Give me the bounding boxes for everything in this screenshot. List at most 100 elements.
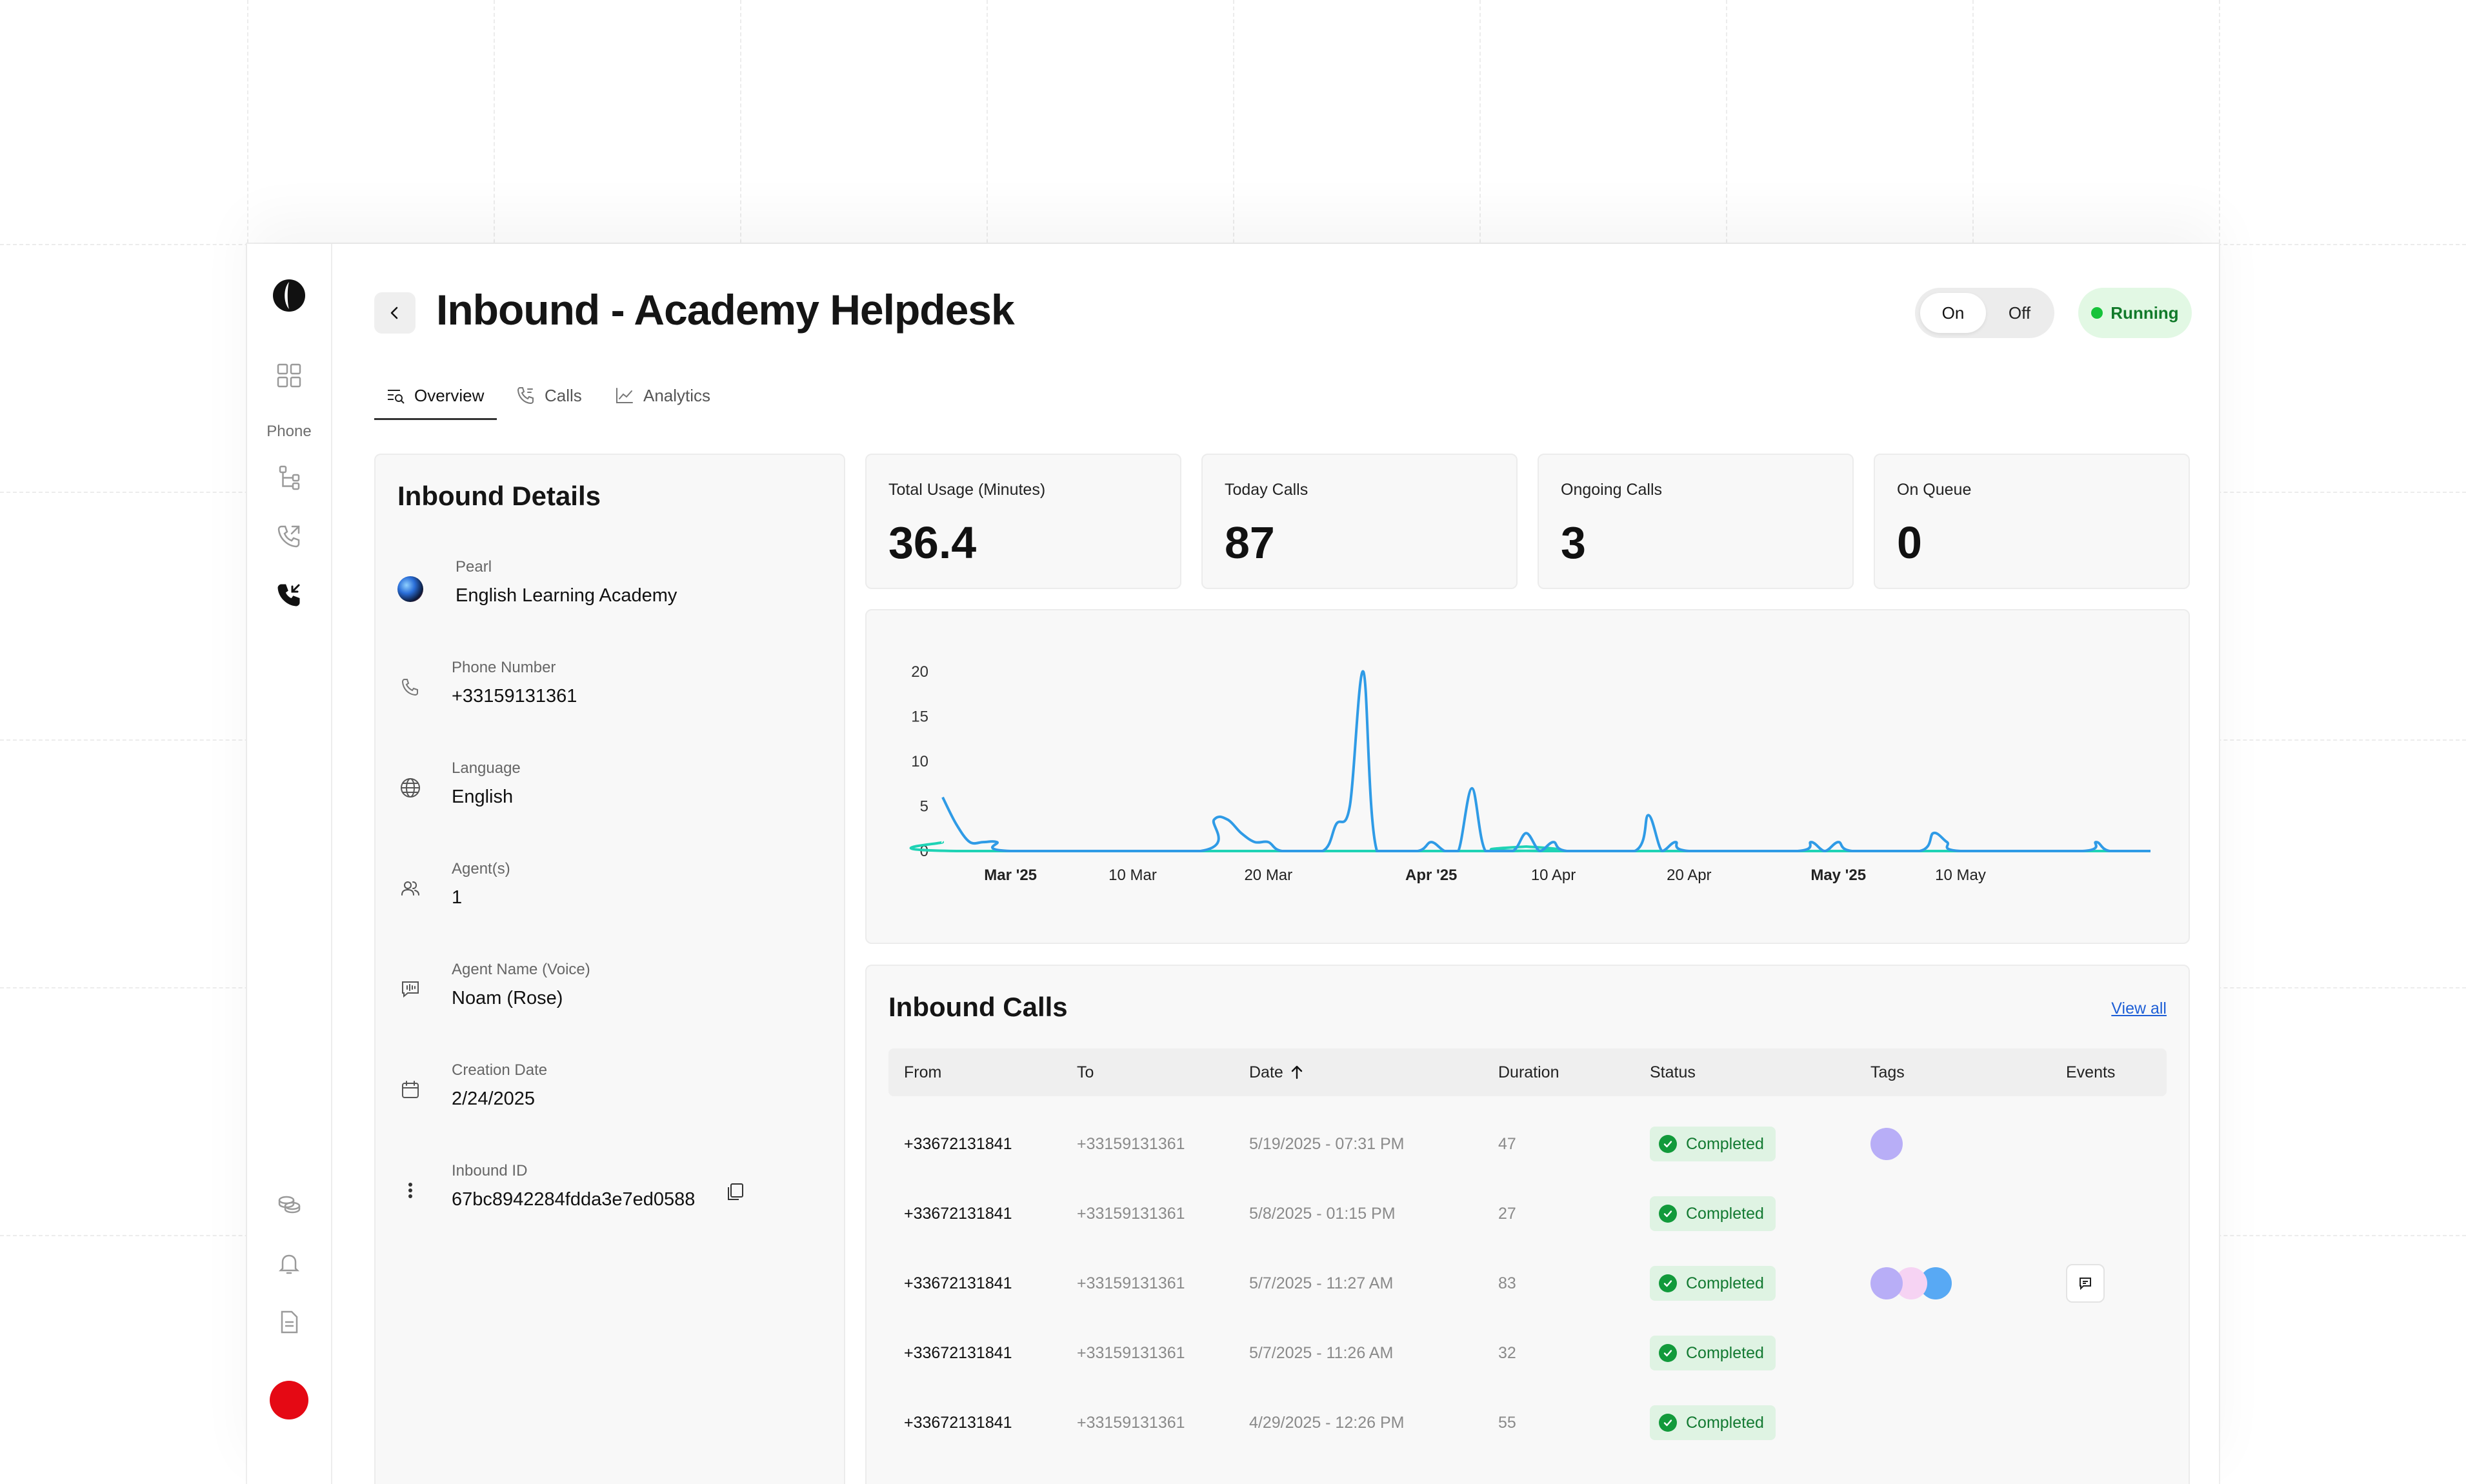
bell-icon[interactable] — [247, 1245, 331, 1281]
status-badge: Completed — [1650, 1405, 1776, 1440]
table-row[interactable]: +33672131841 +33159131361 5/8/2025 - 01:15… — [888, 1179, 2167, 1248]
column-header-date-label: Date — [1249, 1063, 1283, 1081]
detail-value: 1 — [452, 887, 463, 908]
globe-avatar-icon — [395, 574, 426, 605]
check-circle-icon — [1659, 1205, 1677, 1223]
chevron-left-icon — [390, 306, 398, 319]
stat-label: On Queue — [1897, 481, 1972, 499]
series-line-2[interactable] — [909, 841, 2150, 852]
calls-icon — [517, 387, 534, 405]
cell-date: 5/7/2025 - 11:27 AM — [1249, 1274, 1394, 1292]
table-row[interactable]: +33672131841 +33159131361 5/7/2025 - 11:26… — [888, 1318, 2167, 1388]
cell-status: Completed — [1650, 1318, 1776, 1388]
sort-ascending-icon[interactable] — [1288, 1064, 1305, 1081]
cell-date: 5/7/2025 - 11:26 AM — [1249, 1343, 1394, 1362]
copy-icon[interactable] — [722, 1179, 748, 1205]
x-tick-label: 10 Mar — [1108, 867, 1157, 884]
column-header-events[interactable]: Events — [2066, 1048, 2115, 1096]
avatar[interactable] — [247, 1379, 331, 1421]
call-flow-icon[interactable] — [247, 459, 331, 496]
stat-label: Today Calls — [1225, 481, 1308, 499]
detail-label: Language — [452, 759, 521, 777]
column-header-duration[interactable]: Duration — [1498, 1048, 1559, 1096]
stat-card-ongoing-calls: Ongoing Calls 3 — [1538, 454, 1854, 589]
stat-value: 0 — [1897, 517, 1922, 568]
stat-value: 87 — [1225, 517, 1275, 568]
status-badge: Completed — [1650, 1127, 1776, 1161]
status-badge: Completed — [1650, 1336, 1776, 1370]
column-header-tags[interactable]: Tags — [1870, 1048, 1905, 1096]
cell-to: +33159131361 — [1077, 1204, 1185, 1223]
stat-card-on-queue: On Queue 0 — [1874, 454, 2190, 589]
detail-value: 67bc8942284fdda3e7ed0588 — [452, 1189, 696, 1210]
x-tick-label: 20 Mar — [1244, 867, 1292, 884]
cell-to: +33159131361 — [1077, 1413, 1185, 1432]
cell-duration: 47 — [1498, 1134, 1516, 1153]
status-label: Completed — [1686, 1413, 1764, 1432]
status-label: Running — [2110, 303, 2179, 323]
column-header-to[interactable]: To — [1077, 1048, 1094, 1096]
status-dot-icon — [2091, 307, 2103, 319]
back-button[interactable] — [374, 292, 416, 334]
stat-value: 3 — [1561, 517, 1586, 568]
tab-calls-label: Calls — [545, 385, 582, 405]
cell-to: +33159131361 — [1077, 1343, 1185, 1362]
tab-overview[interactable]: Overview — [386, 373, 484, 418]
stat-card-today-calls: Today Calls 87 — [1201, 454, 1518, 589]
tag-dot[interactable] — [1870, 1128, 1903, 1160]
more-vertical-icon[interactable] — [395, 1175, 426, 1206]
tab-bar: Overview Calls Analytics — [374, 373, 2192, 422]
toggle-on-option[interactable]: On — [1920, 293, 1986, 333]
outbound-call-icon[interactable] — [247, 518, 331, 554]
coins-icon[interactable] — [247, 1186, 331, 1222]
cell-date: 5/8/2025 - 01:15 PM — [1249, 1204, 1396, 1223]
x-tick-label: 20 Apr — [1667, 867, 1711, 884]
column-header-date[interactable]: Date — [1249, 1048, 1305, 1096]
cell-duration: 83 — [1498, 1274, 1516, 1292]
table-row[interactable]: +33672131841 +33159131361 4/29/2025 - 12:2… — [888, 1388, 2167, 1458]
table-row[interactable]: +33672131841 +33159131361 5/19/2025 - 07:3… — [888, 1109, 2167, 1179]
status-badge: Completed — [1650, 1196, 1776, 1231]
check-circle-icon — [1659, 1135, 1677, 1153]
calls-line-chart: 20151050Mar '25 10 Mar 20 Mar Apr '25 10 Apr… — [909, 663, 2150, 884]
check-circle-icon — [1659, 1344, 1677, 1362]
cell-date: 4/29/2025 - 12:26 PM — [1249, 1413, 1405, 1432]
detail-value: English — [452, 787, 514, 807]
tab-active-indicator — [374, 418, 497, 420]
tab-analytics[interactable]: Analytics — [615, 373, 710, 418]
tab-calls[interactable]: Calls — [516, 373, 582, 418]
document-icon[interactable] — [247, 1304, 331, 1340]
detail-value: 2/24/2025 — [452, 1088, 536, 1109]
x-tick-label: 10 May — [1935, 867, 1986, 884]
tab-analytics-label: Analytics — [643, 385, 711, 405]
inbound-call-icon[interactable] — [247, 577, 331, 613]
column-header-status[interactable]: Status — [1650, 1048, 1696, 1096]
toggle-off-option[interactable]: Off — [1990, 293, 2049, 333]
tag-dot[interactable] — [1870, 1267, 1903, 1299]
status-label: Completed — [1686, 1343, 1764, 1362]
status-label: Completed — [1686, 1204, 1764, 1223]
series-line-1[interactable] — [941, 670, 2150, 852]
check-circle-icon — [1659, 1414, 1677, 1432]
cell-from: +33672131841 — [904, 1204, 1012, 1223]
cell-to: +33159131361 — [1077, 1134, 1185, 1153]
inbound-details-card: Inbound Details Pearl English Learning A… — [374, 454, 845, 1484]
cell-from: +33672131841 — [904, 1413, 1012, 1432]
logo-icon[interactable] — [247, 277, 331, 314]
cell-duration: 55 — [1498, 1413, 1516, 1432]
x-tick-label: Apr '25 — [1405, 867, 1457, 884]
detail-label: Inbound ID — [452, 1162, 528, 1179]
cell-status: Completed — [1650, 1109, 1776, 1179]
dashboard-grid-icon[interactable] — [247, 357, 331, 394]
on-off-toggle[interactable]: On Off — [1915, 288, 2054, 338]
column-header-from[interactable]: From — [904, 1048, 941, 1096]
x-tick-label: May '25 — [1810, 867, 1866, 884]
sidebar: Phone — [247, 244, 332, 1484]
message-event-icon[interactable] — [2066, 1264, 2105, 1303]
globe-icon — [395, 772, 426, 803]
cell-date: 5/19/2025 - 07:31 PM — [1249, 1134, 1405, 1153]
table-row[interactable]: +33672131841 +33159131361 5/7/2025 - 11:27… — [888, 1248, 2167, 1318]
stat-card-total-usage: Total Usage (Minutes) 36.4 — [865, 454, 1181, 589]
stat-value: 36.4 — [888, 517, 977, 568]
view-all-link[interactable]: View all — [2111, 999, 2167, 1018]
